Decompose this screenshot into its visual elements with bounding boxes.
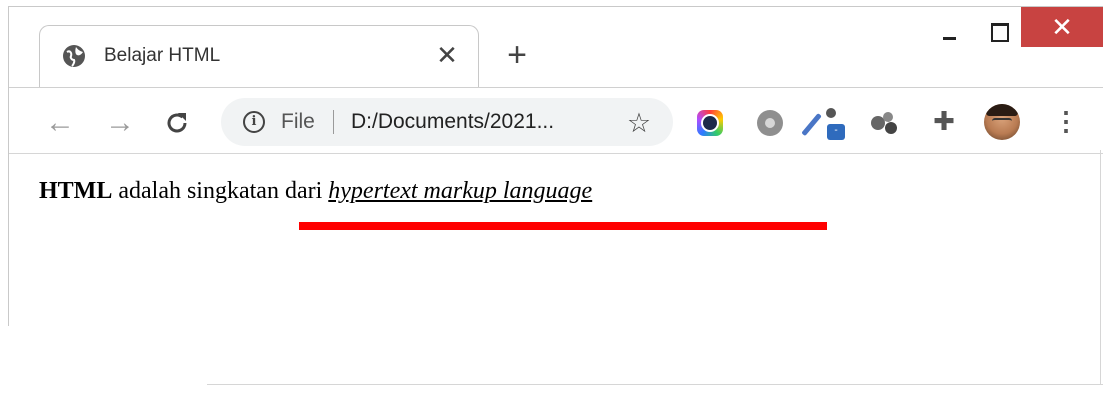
page-content: HTML adalah singkatan dari hypertext mar… <box>9 154 1103 327</box>
tab-belajar-html[interactable]: Belajar HTML ✕ <box>39 25 479 87</box>
url-scheme-label: File <box>281 110 315 133</box>
globe-icon <box>63 45 85 67</box>
reload-arrow-icon <box>167 113 187 133</box>
red-highlight-bar <box>299 222 827 230</box>
minimize-icon[interactable] <box>935 19 965 49</box>
back-icon[interactable]: ← <box>45 108 75 138</box>
eyedropper-extension-icon[interactable]: - <box>801 108 845 140</box>
lens-extension-icon[interactable] <box>697 110 723 136</box>
more-menu-icon[interactable]: ⋮ <box>1053 106 1079 136</box>
molecule-ball <box>883 112 893 122</box>
window-close-button[interactable]: ✕ <box>1021 7 1103 47</box>
molecule-ball <box>885 122 897 134</box>
profile-avatar[interactable] <box>984 104 1020 140</box>
window-bottom-edge <box>207 384 1103 385</box>
new-tab-icon[interactable]: + <box>503 38 531 72</box>
url-text[interactable]: D:/Documents/2021... <box>351 110 554 134</box>
bookmark-star-icon[interactable]: ☆ <box>625 109 653 137</box>
forward-icon[interactable]: → <box>105 108 135 138</box>
site-info-icon[interactable]: i <box>243 111 265 133</box>
gear-extension-icon[interactable] <box>757 110 783 136</box>
reload-icon[interactable] <box>162 108 192 138</box>
tab-close-icon[interactable]: ✕ <box>434 42 460 68</box>
address-divider <box>333 110 334 134</box>
eyedropper-stick <box>801 113 822 137</box>
bold-text: HTML <box>39 178 113 204</box>
browser-window: Belajar HTML ✕ + ✕ ← → i File D:/Documen… <box>8 6 1103 327</box>
maximize-icon[interactable] <box>985 17 1015 47</box>
page-paragraph: HTML adalah singkatan dari hypertext mar… <box>39 176 592 206</box>
plain-text: adalah singkatan dari <box>112 178 329 204</box>
molecule-extension-icon[interactable] <box>871 110 897 136</box>
eyedropper-badge: - <box>827 124 845 140</box>
tab-title: Belajar HTML <box>104 45 221 66</box>
italic-underlined-text: hypertext markup language <box>328 178 593 204</box>
eyedropper-head <box>826 108 836 118</box>
title-bar: Belajar HTML ✕ + ✕ <box>9 7 1103 87</box>
address-bar[interactable]: i File D:/Documents/2021... ☆ <box>221 98 673 146</box>
window-right-edge <box>1100 150 1101 385</box>
browser-toolbar: ← → i File D:/Documents/2021... ☆ - ✚ ⋮ <box>9 87 1103 153</box>
extensions-puzzle-icon[interactable]: ✚ <box>929 106 959 136</box>
